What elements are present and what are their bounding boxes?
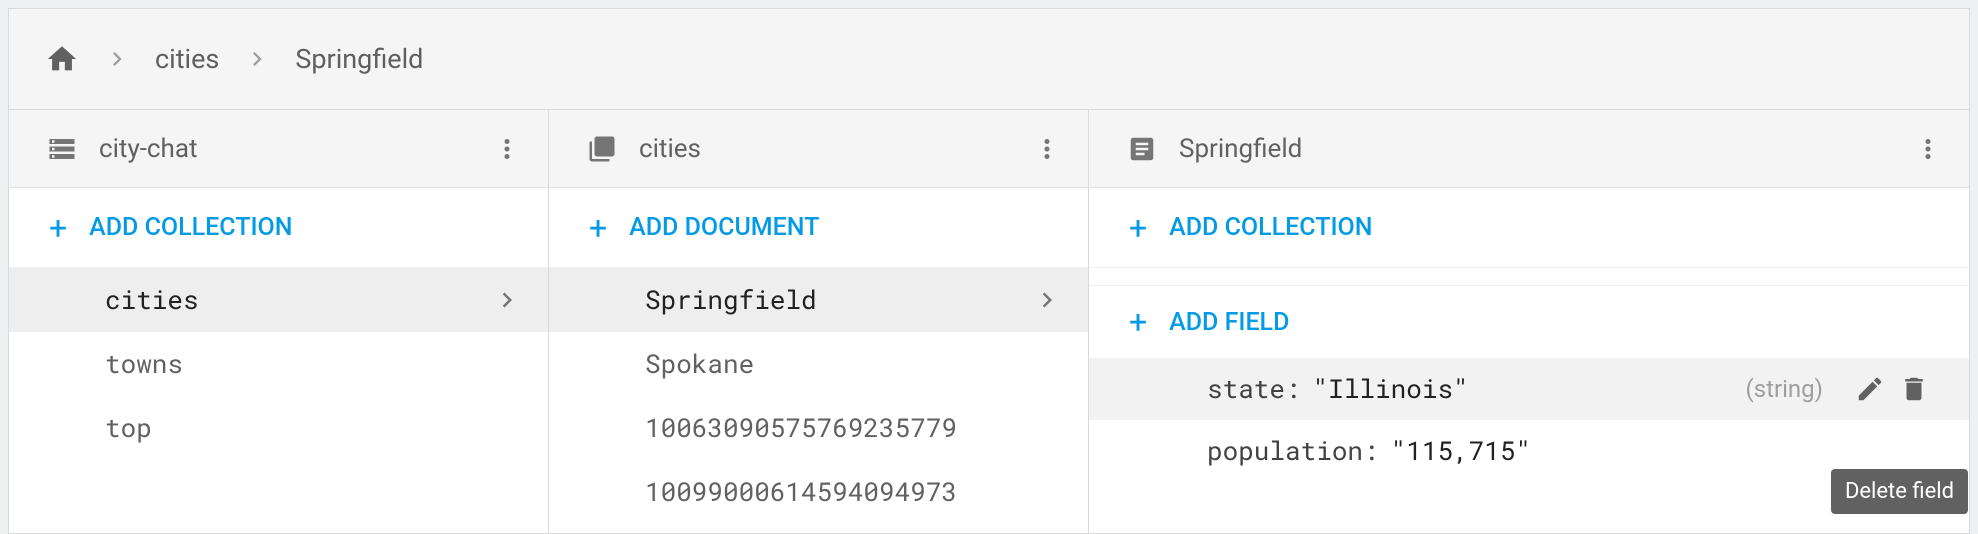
- chevron-right-icon: [492, 285, 522, 315]
- home-icon[interactable]: [45, 42, 79, 76]
- add-document-button[interactable]: + ADD DOCUMENT: [549, 188, 1088, 268]
- breadcrumb: cities Springfield: [9, 9, 1969, 109]
- document-title: Springfield: [1179, 134, 1913, 164]
- document-item-label: 10099000614594094973: [645, 475, 957, 509]
- collection-menu-icon[interactable]: [1032, 134, 1062, 164]
- delete-field-tooltip: Delete field: [1831, 469, 1968, 514]
- collection-item-label: cities: [105, 283, 199, 317]
- document-item-label: Spokane: [645, 347, 754, 381]
- field-type: (string): [1745, 375, 1823, 403]
- database-title: city-chat: [99, 134, 492, 164]
- collection-item[interactable]: towns: [9, 332, 548, 396]
- collection-panel: cities + ADD DOCUMENT Springfield Spo: [549, 110, 1089, 533]
- field-key: population: [1207, 434, 1391, 468]
- collection-item[interactable]: cities: [9, 268, 548, 332]
- add-field-button[interactable]: + ADD FIELD: [1089, 286, 1969, 358]
- document-menu-icon[interactable]: [1913, 134, 1943, 164]
- collection-item-label: towns: [105, 347, 183, 381]
- field-value: "115,715": [1391, 434, 1531, 468]
- database-icon: [47, 134, 77, 164]
- plus-icon: +: [589, 209, 607, 247]
- breadcrumb-document[interactable]: Springfield: [295, 43, 423, 75]
- field-row[interactable]: state "Illinois" (string): [1089, 358, 1969, 420]
- chevron-right-icon: [1032, 285, 1062, 315]
- database-panel: city-chat + ADD COLLECTION cities tow: [9, 110, 549, 533]
- delete-icon[interactable]: [1899, 374, 1929, 404]
- document-item[interactable]: 10099000614594094973: [549, 460, 1088, 524]
- add-collection-label-doc: ADD COLLECTION: [1169, 213, 1372, 242]
- chevron-right-icon: [243, 45, 271, 73]
- field-value: "Illinois": [1313, 372, 1469, 406]
- add-collection-label: ADD COLLECTION: [89, 213, 292, 242]
- document-item-label: 10063090575769235779: [645, 411, 957, 445]
- collection-title: cities: [639, 134, 1032, 164]
- chevron-right-icon: [103, 45, 131, 73]
- document-icon: [1127, 134, 1157, 164]
- add-document-label: ADD DOCUMENT: [629, 213, 819, 242]
- document-item[interactable]: Springfield: [549, 268, 1088, 332]
- database-menu-icon[interactable]: [492, 134, 522, 164]
- plus-icon: +: [49, 209, 67, 247]
- collection-item-label: top: [105, 411, 152, 445]
- collection-item[interactable]: top: [9, 396, 548, 460]
- add-collection-button[interactable]: + ADD COLLECTION: [9, 188, 548, 268]
- document-item-label: Springfield: [645, 283, 817, 317]
- collection-icon: [587, 134, 617, 164]
- field-key: state: [1207, 372, 1313, 406]
- add-collection-button-doc[interactable]: + ADD COLLECTION: [1089, 188, 1969, 268]
- add-field-label: ADD FIELD: [1169, 308, 1289, 337]
- breadcrumb-collection[interactable]: cities: [155, 43, 219, 75]
- document-item[interactable]: 10063090575769235779: [549, 396, 1088, 460]
- plus-icon: +: [1129, 303, 1147, 341]
- document-item[interactable]: Spokane: [549, 332, 1088, 396]
- plus-icon: +: [1129, 209, 1147, 247]
- edit-icon[interactable]: [1855, 374, 1885, 404]
